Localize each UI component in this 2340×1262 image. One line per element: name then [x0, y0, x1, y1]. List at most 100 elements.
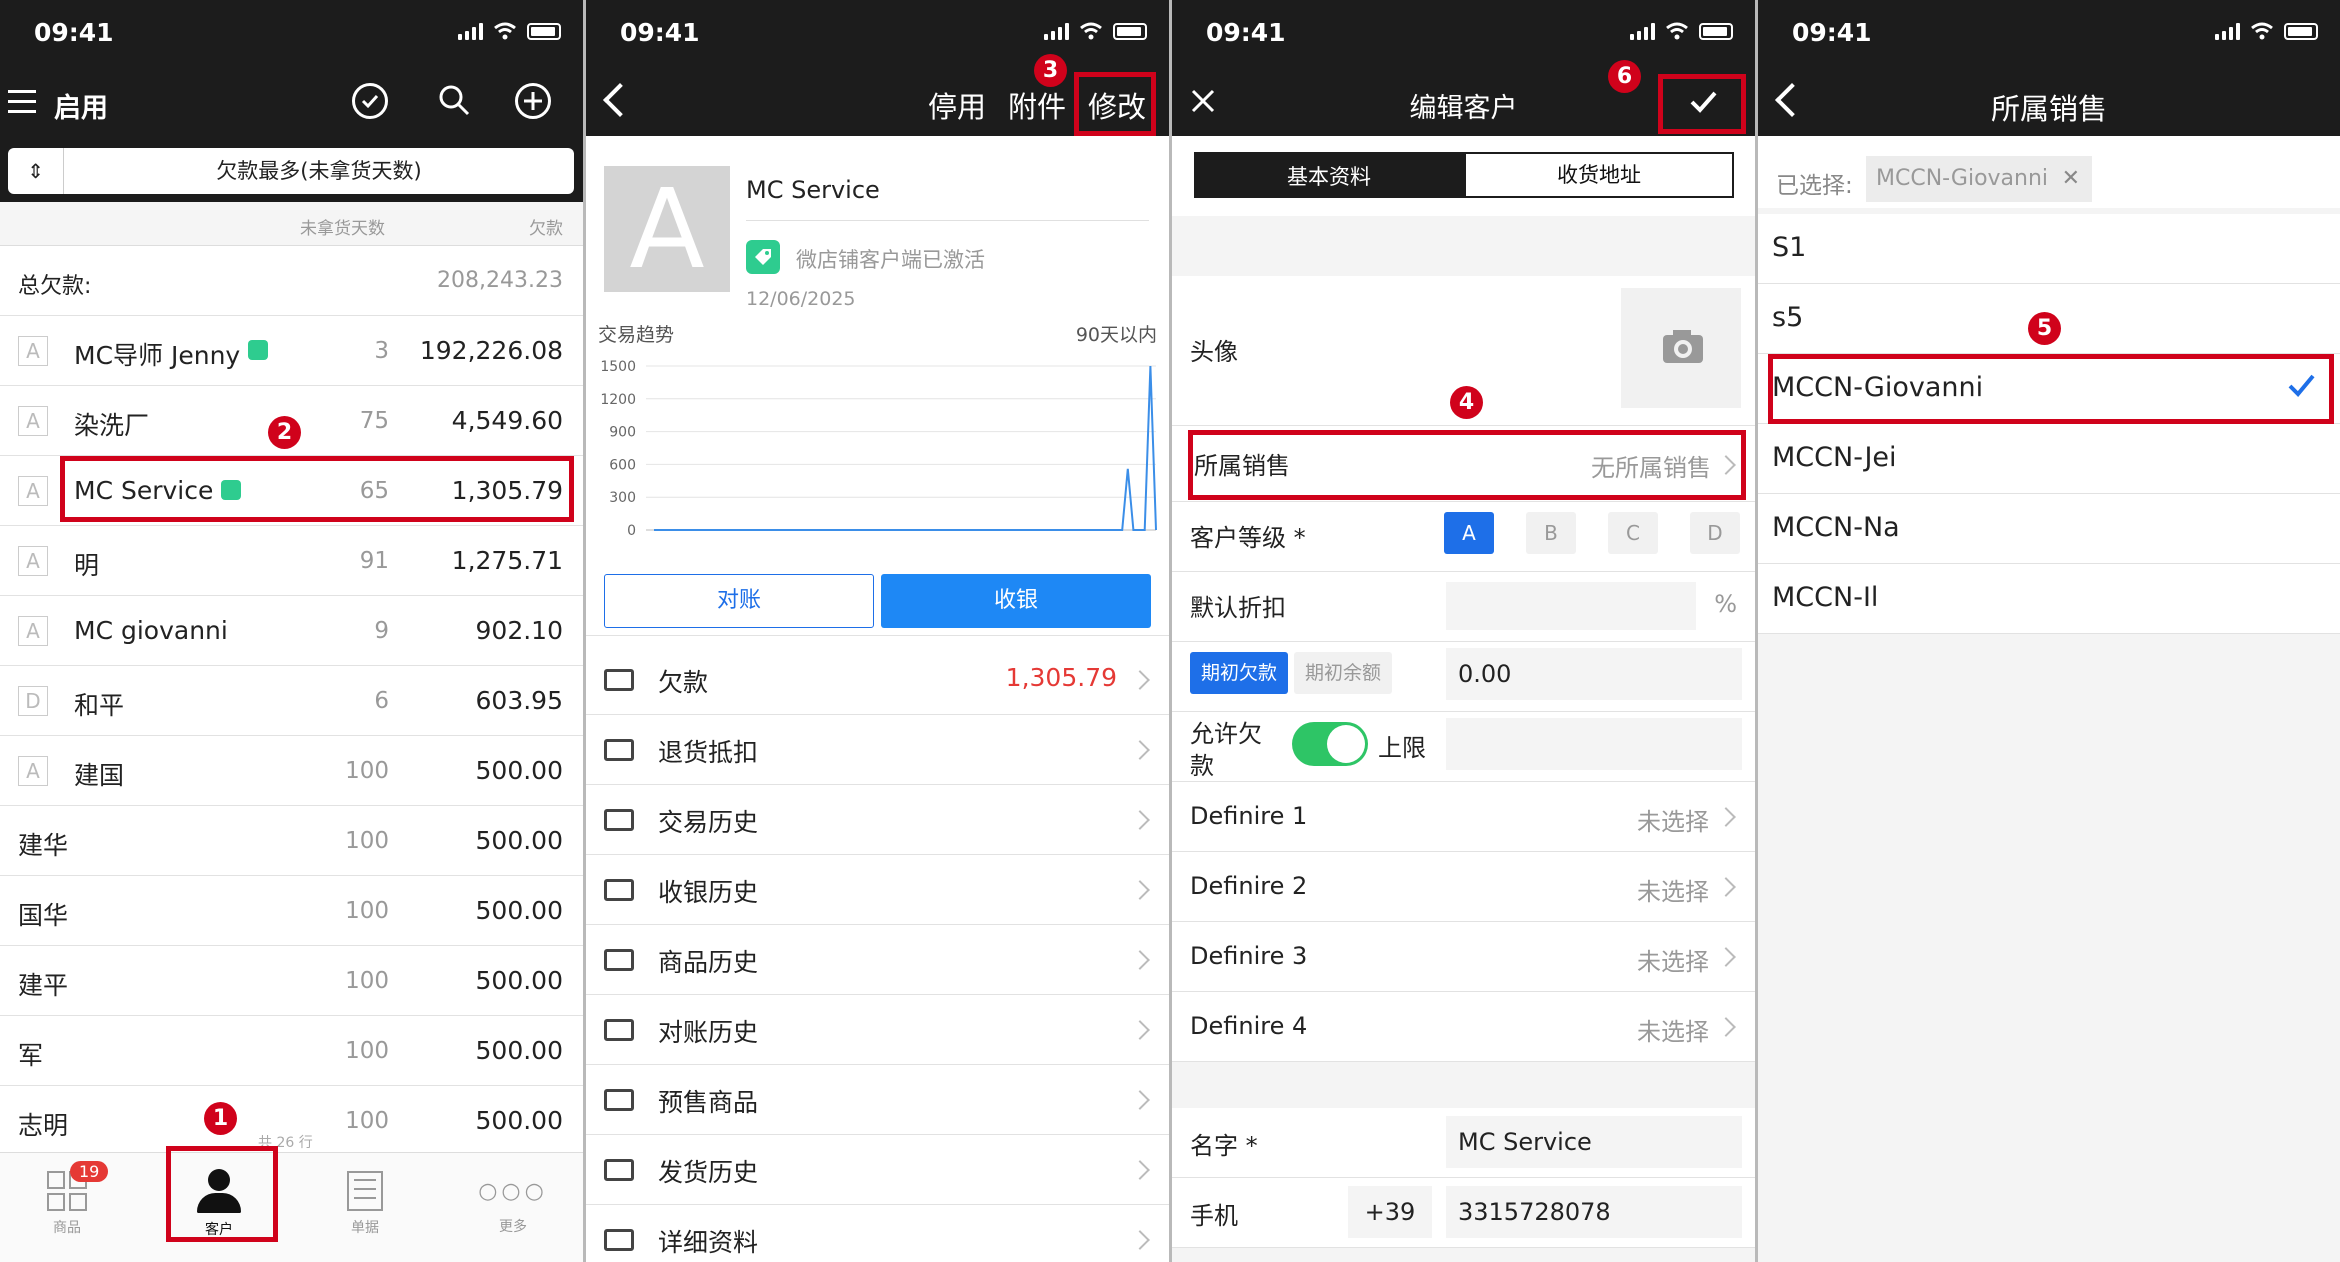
menu-label: 欠款 [658, 668, 709, 697]
segment-label: 基本资料 [1287, 165, 1371, 189]
chip-close-icon[interactable]: ✕ [2062, 156, 2080, 202]
menu-item[interactable]: 商品历史 [586, 925, 1169, 995]
tab-more[interactable]: ○○○ 更多 [468, 1165, 558, 1255]
discount-input[interactable] [1446, 582, 1696, 630]
chevron-right-icon [1716, 807, 1736, 827]
tab-basic-info[interactable]: 基本资料 [1194, 152, 1464, 198]
menu-item[interactable]: 交易历史 [586, 785, 1169, 855]
highlight-box [166, 1146, 278, 1242]
opening-balance-toggle[interactable]: 期初余额 [1294, 652, 1392, 694]
check-circle-icon[interactable] [352, 83, 388, 119]
define-row[interactable]: Definire 2 未选择 [1172, 852, 1755, 922]
customer-name: 国华 [18, 901, 69, 930]
amount-value: 902.10 [475, 616, 563, 645]
menu-item[interactable]: 收银历史 [586, 855, 1169, 925]
customer-row[interactable]: 建华 100 500.00 [0, 806, 583, 876]
customer-row[interactable]: 建平 100 500.00 [0, 946, 583, 1016]
customer-row[interactable]: A 明 91 1,275.71 [0, 526, 583, 596]
define-row[interactable]: Definire 1 未选择 [1172, 782, 1755, 852]
level-letter: B [1544, 521, 1558, 545]
status-time: 09:41 [620, 18, 700, 47]
sales-item[interactable]: MCCN-Il [1758, 564, 2340, 634]
tab-goods[interactable]: 商品 19 [22, 1161, 112, 1255]
customer-row[interactable]: D 和平 6 603.95 [0, 666, 583, 736]
days-value: 100 [345, 898, 389, 924]
name-row: 名字 * MC Service [1172, 1108, 1755, 1178]
customer-row[interactable]: A MC giovanni 9 902.10 [0, 596, 583, 666]
level-option-c[interactable]: C [1608, 512, 1658, 554]
camera-icon[interactable] [1621, 288, 1741, 408]
phone-value: 3315728078 [1458, 1198, 1611, 1226]
tab-documents[interactable]: 单据 [320, 1165, 410, 1255]
customer-name: 建华 [18, 831, 69, 860]
selected-chip[interactable]: MCCN-Giovanni ✕ [1866, 156, 2093, 202]
menu-item[interactable]: 详细资料 [586, 1205, 1169, 1262]
menu-item[interactable]: 预售商品 [586, 1065, 1169, 1135]
disable-button[interactable]: 停用 [928, 84, 986, 126]
level-badge: A [18, 546, 48, 576]
tab-address[interactable]: 收货地址 [1464, 152, 1734, 198]
activated-status: 微店铺客户端已激活 [796, 248, 985, 272]
level-letter: D [1707, 521, 1723, 545]
amount-value: 500.00 [475, 1106, 563, 1135]
phone-input[interactable]: 3315728078 [1446, 1186, 1742, 1238]
level-option-a[interactable]: A [1444, 512, 1494, 554]
days-value: 100 [345, 968, 389, 994]
allow-debt-label-2: 款 [1190, 752, 1214, 780]
allow-debt-switch[interactable] [1292, 722, 1368, 766]
customer-date: 12/06/2025 [746, 288, 856, 310]
phone-row: 手机 +39 3315728078 [1172, 1178, 1755, 1248]
customer-row[interactable]: 军 100 500.00 [0, 1016, 583, 1086]
add-circle-icon[interactable] [515, 83, 551, 119]
menu-icon[interactable] [8, 90, 36, 113]
menu-item[interactable]: 对账历史 [586, 995, 1169, 1065]
menu-item[interactable]: 退货抵扣 [586, 715, 1169, 785]
customer-row[interactable]: A MC导师 Jenny 3 192,226.08 [0, 316, 583, 386]
level-letter: A [1462, 521, 1476, 545]
customer-row[interactable]: A 建国 100 500.00 [0, 736, 583, 806]
customer-name: 建国 [74, 761, 125, 790]
customer-row[interactable]: 国华 100 500.00 [0, 876, 583, 946]
sales-item[interactable]: S1 [1758, 214, 2340, 284]
battery-icon [1113, 22, 1147, 40]
back-icon[interactable] [603, 83, 637, 117]
segment-label: 收货地址 [1557, 163, 1641, 187]
nav-bar: 所属销售 [1758, 66, 2340, 136]
battery-icon [527, 22, 561, 40]
phone-prefix[interactable]: +39 [1348, 1186, 1432, 1238]
wifi-icon [493, 22, 517, 40]
step-marker: 5 [2028, 312, 2061, 345]
customer-name: 建平 [18, 971, 69, 1000]
cash-hand-icon [604, 879, 634, 901]
sales-item[interactable]: MCCN-Na [1758, 494, 2340, 564]
define-row[interactable]: Definire 4 未选择 [1172, 992, 1755, 1062]
customer-list-screen: 09:41 启用 ⇕ 欠款最多(未拿货天数) 未拿货天数 欠款 总欠款: 208… [0, 0, 583, 1262]
sales-item[interactable]: MCCN-Jei [1758, 424, 2340, 494]
define-label: Definire 4 [1190, 1012, 1308, 1040]
define-row[interactable]: Definire 3 未选择 [1172, 922, 1755, 992]
step-marker: 3 [1034, 54, 1067, 87]
menu-item[interactable]: 欠款 1,305.79 [586, 645, 1169, 715]
search-icon[interactable] [438, 84, 470, 116]
sales-name: MCCN-Na [1772, 512, 1900, 543]
name-input[interactable]: MC Service [1446, 1116, 1742, 1168]
level-option-b[interactable]: B [1526, 512, 1576, 554]
page-title: 所属销售 [1990, 92, 2107, 126]
menu-value: 1,305.79 [1005, 663, 1117, 692]
total-row: 总欠款: 208,243.23 [0, 246, 583, 316]
list-header: 未拿货天数 欠款 [0, 202, 583, 246]
limit-input[interactable] [1446, 718, 1742, 770]
days-value: 3 [374, 338, 389, 364]
customer-name: MC giovanni [74, 616, 228, 645]
list-doc-icon [347, 1171, 383, 1211]
collect-button[interactable]: 收银 [881, 574, 1151, 628]
reconcile-button[interactable]: 对账 [604, 574, 874, 628]
trend-header: 交易趋势 90天以内 [586, 316, 1169, 352]
menu-item[interactable]: 发货历史 [586, 1135, 1169, 1205]
attachment-button[interactable]: 附件 [1008, 84, 1066, 126]
wifi-icon [1665, 22, 1689, 40]
opening-amount-input[interactable]: 0.00 [1446, 648, 1742, 700]
level-option-d[interactable]: D [1690, 512, 1740, 554]
opening-debt-toggle[interactable]: 期初欠款 [1190, 652, 1288, 694]
sort-selector[interactable]: ⇕ 欠款最多(未拿货天数) [8, 148, 574, 194]
